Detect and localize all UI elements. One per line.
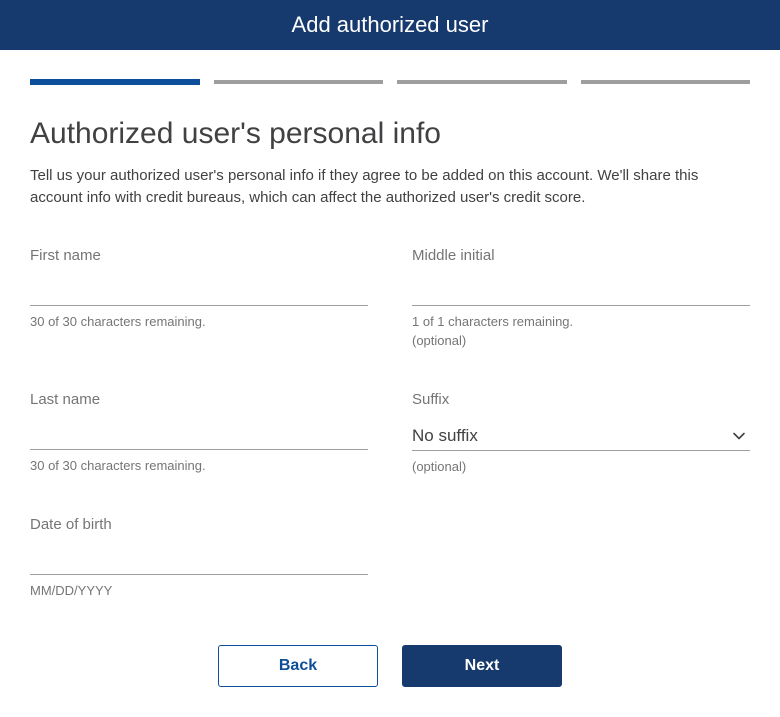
date-of-birth-label: Date of birth xyxy=(30,516,368,533)
page-description: Tell us your authorized user's personal … xyxy=(30,165,750,209)
next-button[interactable]: Next xyxy=(402,645,562,687)
suffix-value: No suffix xyxy=(412,426,478,446)
chevron-down-icon xyxy=(732,429,746,443)
header-title: Add authorized user xyxy=(292,12,489,37)
date-of-birth-input[interactable] xyxy=(30,551,368,575)
back-button[interactable]: Back xyxy=(218,645,378,687)
progress-step-4 xyxy=(581,80,751,84)
suffix-helper: (optional) xyxy=(412,457,750,477)
progress-indicator xyxy=(30,80,750,85)
first-name-input[interactable] xyxy=(30,282,368,306)
last-name-label: Last name xyxy=(30,391,368,408)
middle-initial-input[interactable] xyxy=(412,282,750,306)
first-name-label: First name xyxy=(30,247,368,264)
button-row: Back Next xyxy=(30,645,750,687)
page-header: Add authorized user xyxy=(0,0,780,50)
last-name-input[interactable] xyxy=(30,426,368,450)
content-area: Authorized user's personal info Tell us … xyxy=(0,50,780,717)
last-name-field: Last name 30 of 30 characters remaining. xyxy=(30,391,368,477)
last-name-helper: 30 of 30 characters remaining. xyxy=(30,456,368,476)
suffix-select[interactable]: No suffix xyxy=(412,426,750,451)
progress-step-2 xyxy=(214,80,384,84)
middle-initial-label: Middle initial xyxy=(412,247,750,264)
suffix-field: Suffix No suffix (optional) xyxy=(412,391,750,477)
progress-step-1 xyxy=(30,79,200,85)
suffix-label: Suffix xyxy=(412,391,750,408)
middle-initial-helper: 1 of 1 characters remaining. (optional) xyxy=(412,312,750,351)
first-name-helper: 30 of 30 characters remaining. xyxy=(30,312,368,332)
progress-step-3 xyxy=(397,80,567,84)
date-of-birth-helper: MM/DD/YYYY xyxy=(30,581,368,601)
middle-initial-field: Middle initial 1 of 1 characters remaini… xyxy=(412,247,750,351)
page-title: Authorized user's personal info xyxy=(30,117,750,151)
date-of-birth-field: Date of birth MM/DD/YYYY xyxy=(30,516,368,601)
first-name-field: First name 30 of 30 characters remaining… xyxy=(30,247,368,351)
form: First name 30 of 30 characters remaining… xyxy=(30,247,750,601)
